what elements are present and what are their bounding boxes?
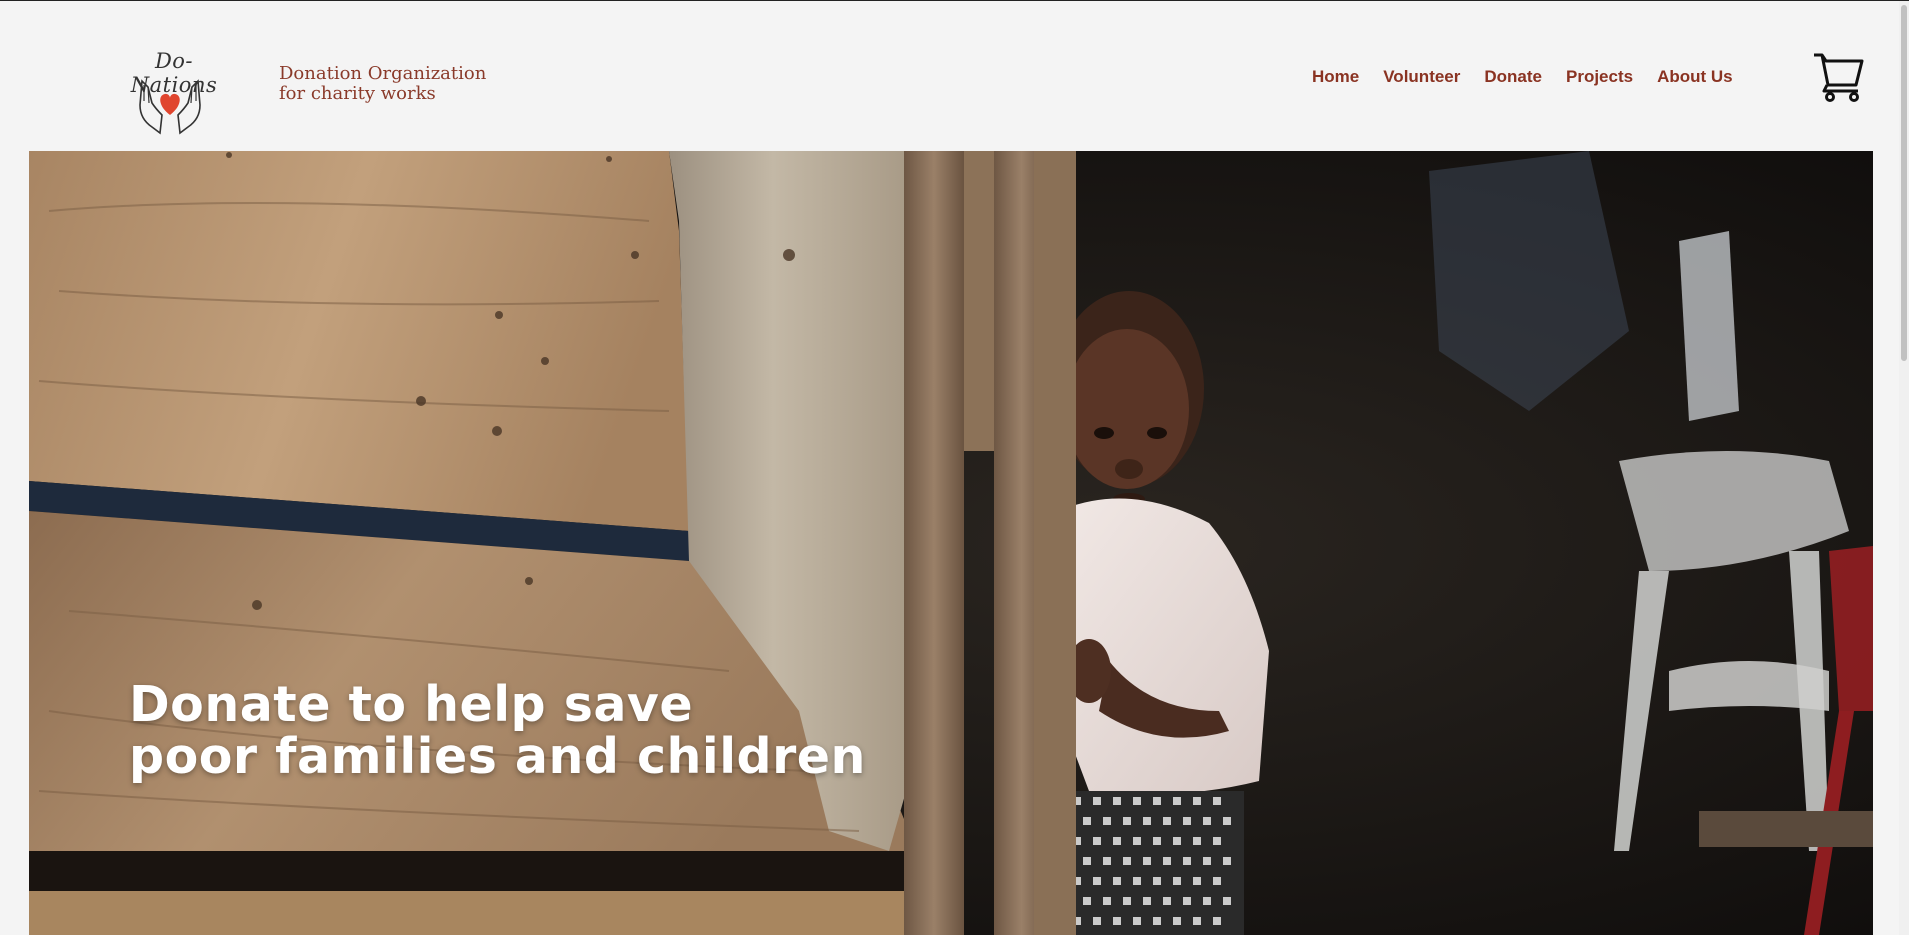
nav-volunteer[interactable]: Volunteer (1383, 67, 1460, 87)
scrollbar-thumb[interactable] (1901, 5, 1907, 361)
nav-projects[interactable]: Projects (1566, 67, 1633, 87)
hero-title-line-2: poor families and children (129, 727, 866, 785)
tagline-line-1: Donation Organization (279, 63, 487, 84)
site-header: Do-Nations Donation Organization for cha… (0, 1, 1909, 151)
cart-icon[interactable] (1812, 49, 1866, 103)
tagline-line-2: for charity works (279, 83, 436, 104)
page-scrollbar[interactable] (1899, 1, 1909, 935)
nav-donate[interactable]: Donate (1484, 67, 1542, 87)
hero-title: Donate to help save poor families and ch… (129, 675, 866, 785)
hero-image (29, 151, 1873, 935)
nav-home[interactable]: Home (1312, 67, 1359, 87)
hero-banner: Donate to help save poor families and ch… (29, 151, 1873, 935)
site-logo[interactable]: Do-Nations (112, 45, 236, 137)
hero-title-line-1: Donate to help save (129, 675, 694, 733)
nav-about-us[interactable]: About Us (1657, 67, 1733, 87)
site-tagline: Donation Organization for charity works (279, 64, 486, 104)
main-nav: Home Volunteer Donate Projects About Us (1312, 65, 1733, 89)
hands-heart-icon (139, 79, 201, 135)
